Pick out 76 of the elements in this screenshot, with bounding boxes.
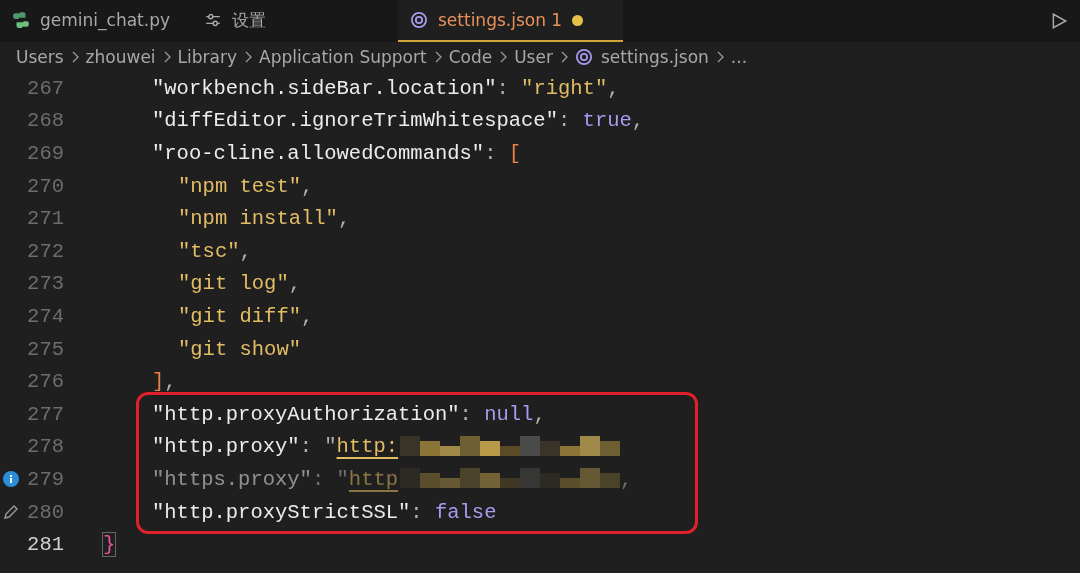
breadcrumb-item[interactable]: settings.json xyxy=(600,47,709,67)
breadcrumb-item[interactable]: Library xyxy=(177,47,238,67)
punctuation: , xyxy=(239,239,252,263)
punctuation: , xyxy=(631,109,645,133)
breadcrumb-item[interactable]: zhouwei xyxy=(85,47,156,67)
json-file-icon xyxy=(574,48,593,66)
string-value: "git show" xyxy=(178,337,302,361)
sliders-icon xyxy=(204,11,222,29)
string-value: "git diff" xyxy=(178,304,302,328)
punctuation: : xyxy=(459,402,473,426)
line-number: 274 xyxy=(26,304,64,328)
json-key: "roo-cline.allowedCommands" xyxy=(152,142,485,165)
bracket: [ xyxy=(508,142,522,165)
line-number: 271 xyxy=(26,207,64,231)
punctuation: : xyxy=(311,467,326,491)
line-number: 268 xyxy=(26,109,64,133)
string-value: "right" xyxy=(521,76,608,100)
punctuation: : xyxy=(484,142,498,165)
editor-tab[interactable]: settings.json 1 xyxy=(398,0,624,42)
pencil-icon[interactable] xyxy=(2,503,20,521)
string-value: "npm install" xyxy=(178,207,338,231)
line-number: 272 xyxy=(26,239,64,263)
editor-tab[interactable]: gemini_chat.py xyxy=(0,0,192,42)
line-number: 277 xyxy=(26,402,64,426)
punctuation: : xyxy=(299,435,313,459)
json-file-icon xyxy=(410,11,428,29)
python-icon xyxy=(12,11,30,29)
punctuation: , xyxy=(164,370,177,394)
punctuation: , xyxy=(288,272,302,296)
json-key: "workbench.sideBar.location" xyxy=(152,76,497,100)
line-number: 269 xyxy=(26,142,64,165)
run-icon[interactable] xyxy=(1050,12,1068,30)
punctuation: , xyxy=(337,207,351,231)
punctuation: , xyxy=(607,76,620,100)
breadcrumb-item[interactable]: User xyxy=(514,47,553,67)
url-link[interactable]: http: xyxy=(336,435,399,459)
json-key: "https.proxy" xyxy=(152,467,312,491)
line-number: 280 xyxy=(26,500,64,524)
punctuation: : xyxy=(410,500,424,524)
chevron-icon xyxy=(498,51,509,63)
editor-tab[interactable]: 设置 xyxy=(192,0,288,42)
punctuation: : xyxy=(496,76,510,100)
literal-value: true xyxy=(582,109,632,133)
punctuation: , xyxy=(620,467,633,491)
json-key: "http.proxyAuthorization" xyxy=(152,402,460,426)
punctuation: , xyxy=(301,304,314,328)
json-key: "diffEditor.ignoreTrimWhitespace" xyxy=(152,109,558,133)
breadcrumb-item[interactable]: Users xyxy=(16,47,64,67)
breadcrumb-item[interactable]: Code xyxy=(448,47,493,67)
punctuation: : xyxy=(557,109,572,133)
url-link[interactable]: http xyxy=(348,467,399,491)
line-number: 273 xyxy=(26,272,64,296)
string-value: "git log" xyxy=(178,272,289,296)
line-number: 276 xyxy=(26,370,64,394)
chevron-icon xyxy=(243,51,254,63)
breadcrumb-item[interactable]: Application Support xyxy=(259,47,427,67)
json-key: "http.proxy" xyxy=(152,435,300,459)
closing-brace: } xyxy=(103,533,116,557)
punctuation: " xyxy=(336,467,349,491)
punctuation: , xyxy=(533,402,546,426)
line-number: 270 xyxy=(26,174,64,198)
literal-value: false xyxy=(434,500,497,524)
json-key: "http.proxyStrictSSL" xyxy=(152,500,411,524)
breadcrumb-item[interactable]: ... xyxy=(730,47,748,67)
info-icon[interactable] xyxy=(3,471,19,488)
line-number: 267 xyxy=(26,76,64,100)
punctuation: , xyxy=(301,174,314,198)
string-value: "npm test" xyxy=(178,174,302,198)
line-number: 278 xyxy=(26,435,64,459)
punctuation: " xyxy=(324,435,337,459)
bracket: ] xyxy=(152,370,165,394)
line-number: 279 xyxy=(26,467,64,491)
line-number: 281 xyxy=(26,533,64,557)
line-number: 275 xyxy=(26,337,64,361)
string-value: "tsc" xyxy=(178,239,240,263)
literal-value: null xyxy=(484,402,534,426)
